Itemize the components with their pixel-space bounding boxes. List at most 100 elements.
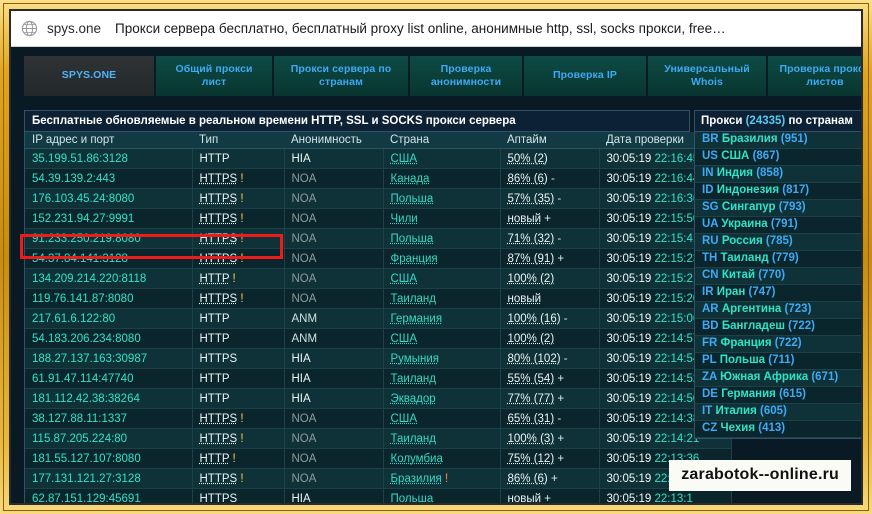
country-link[interactable]: США	[391, 273, 418, 285]
nav-tab-5[interactable]: Универсальный Whois	[648, 56, 768, 96]
country-list-item[interactable]: PL Польша (711)	[695, 353, 861, 370]
country-list-item[interactable]: IR Иран (747)	[695, 285, 861, 302]
proxy-type-link[interactable]: HTTPS	[200, 413, 238, 425]
country-list-item[interactable]: BD Бангладеш (722)	[695, 319, 861, 336]
nav-tab-3[interactable]: Проверка анонимности	[410, 56, 524, 96]
table-row[interactable]: 54.37.84.141:3128 HTTPS ! NOA Франция 87% (9…	[25, 248, 732, 269]
nav-tab-label: Универсальный Whois	[664, 62, 750, 88]
country-list-item[interactable]: UA Украина (791)	[695, 217, 861, 234]
country-list-item[interactable]: TH Таиланд (779)	[695, 251, 861, 268]
country-list-item[interactable]: ID Индонезия (817)	[695, 183, 861, 200]
column-header-ip: IP адрес и порт	[25, 132, 192, 149]
country-link[interactable]: Канада	[391, 173, 430, 185]
uptime-trend-sign: -	[557, 412, 562, 425]
table-row[interactable]: 91.233.250.219:8080 HTTPS ! NOA Польша 71% (…	[25, 228, 732, 249]
country-link[interactable]: США	[391, 333, 418, 345]
nav-tab-4[interactable]: Проверка IP	[524, 56, 648, 96]
country-list-item[interactable]: CZ Чехия (413)	[695, 421, 861, 438]
country-list-item[interactable]: SG Сингапур (793)	[695, 200, 861, 217]
proxy-ip-port: 217.61.6.122:80	[32, 312, 116, 325]
table-row[interactable]: 119.76.141.87:8080 HTTPS ! NOA Таиланд новый…	[25, 288, 732, 309]
proxy-type-link[interactable]: HTTP	[200, 333, 230, 345]
table-row[interactable]: 181.112.42.38:38264 HTTP HIA Эквадор 77% (77…	[25, 388, 732, 409]
check-time: 22:14:38	[654, 412, 700, 425]
proxy-type-link[interactable]: HTTPS	[200, 353, 238, 365]
table-row[interactable]: 61.91.47.114:47740 HTTP HIA Таиланд 55% (54)…	[25, 368, 732, 389]
country-link[interactable]: Таиланд	[391, 293, 437, 305]
nav-tab-0[interactable]: SPYS.ONE	[24, 56, 156, 96]
table-row[interactable]: 62.87.151.129:45691 HTTPS HIA Польша новый +…	[25, 488, 732, 504]
country-list-item[interactable]: AR Аргентина (723)	[695, 302, 861, 319]
country-link[interactable]: Колумбиа	[391, 453, 443, 465]
country-code: BR	[702, 133, 719, 145]
uptime-value: 75% (12)	[507, 452, 555, 465]
country-link[interactable]: Польша	[391, 233, 434, 245]
cell-type: HTTP	[192, 368, 285, 389]
nav-tab-2[interactable]: Прокси сервера по странам	[274, 56, 410, 96]
site-name: spys.one	[47, 21, 102, 36]
country-code: BD	[702, 320, 719, 332]
country-link[interactable]: США	[391, 413, 418, 425]
table-row[interactable]: 217.61.6.122:80 HTTP ANM Германия 100% (16) …	[25, 308, 732, 329]
country-link[interactable]: Бразилия	[391, 473, 442, 485]
nav-tab-1[interactable]: Общий прокси лист	[156, 56, 274, 96]
check-date: 30:05:19	[606, 372, 652, 385]
table-row[interactable]: 152.231.94.27:9991 HTTPS ! NOA Чили новый +3…	[25, 208, 732, 229]
table-row[interactable]: 35.199.51.86:3128 HTTP HIA США 50% (2) 30:05:…	[25, 148, 732, 169]
country-sidebar-total-count: (24335)	[745, 115, 786, 127]
country-link[interactable]: США	[391, 153, 418, 165]
country-code: CN	[702, 269, 719, 281]
cell-uptime: 71% (32) -	[500, 228, 600, 249]
country-link[interactable]: Франция	[391, 253, 438, 265]
country-link[interactable]: Таиланд	[391, 433, 437, 445]
proxy-type-link[interactable]: HTTP	[200, 453, 230, 465]
country-link[interactable]: Чили	[391, 213, 418, 225]
country-link[interactable]: Румыния	[391, 353, 439, 365]
table-row[interactable]: 115.87.205.224:80 HTTPS ! NOA Таиланд 100% (…	[25, 428, 732, 449]
table-row[interactable]: 181.55.127.107:8080 HTTP ! NOA Колумбиа 75% …	[25, 448, 732, 469]
country-sidebar-title: Прокси (24335) по странам	[695, 111, 861, 132]
table-row[interactable]: 38.127.88.11:1337 HTTPS ! NOA США 65% (31) -…	[25, 408, 732, 429]
proxy-type-link[interactable]: HTTP	[200, 313, 230, 325]
uptime-value: новый	[507, 292, 542, 305]
country-list-item[interactable]: US США (867)	[695, 149, 861, 166]
country-list-item[interactable]: IN Индия (858)	[695, 166, 861, 183]
proxy-type-link[interactable]: HTTPS	[200, 193, 238, 205]
proxy-type-link[interactable]: HTTPS	[200, 433, 238, 445]
country-list-item[interactable]: ZA Южная Африка (671)	[695, 370, 861, 387]
proxy-type-link[interactable]: HTTPS	[200, 213, 238, 225]
country-link[interactable]: Польша	[391, 493, 434, 504]
proxy-type-link[interactable]: HTTPS	[200, 473, 238, 485]
country-list-item[interactable]: RU Россия (785)	[695, 234, 861, 251]
country-link[interactable]: Эквадор	[391, 393, 436, 405]
table-row[interactable]: 188.27.137.163:30987 HTTPS HIA Румыния 80% (…	[25, 348, 732, 369]
table-row[interactable]: 177.131.121.27:3128 HTTPS ! NOA Бразилия ! 8…	[25, 468, 732, 489]
nav-tab-label: Проверка анонимности	[430, 62, 502, 88]
country-list-item[interactable]: DE Германия (615)	[695, 387, 861, 404]
proxy-type-link[interactable]: HTTP	[200, 373, 230, 385]
country-link[interactable]: Таиланд	[391, 373, 437, 385]
table-row[interactable]: 134.209.214.220:8118 HTTP ! NOA США 100% (2)…	[25, 268, 732, 289]
country-link[interactable]: Германия	[391, 313, 443, 325]
country-list-item[interactable]: FR Франция (722)	[695, 336, 861, 353]
country-list-item[interactable]: IT Италия (605)	[695, 404, 861, 421]
proxy-type-link[interactable]: HTTPS	[200, 233, 238, 245]
proxy-type-link[interactable]: HTTP	[200, 273, 230, 285]
check-time: 22:16:36	[654, 192, 700, 205]
proxy-type-link[interactable]: HTTPS	[200, 493, 238, 504]
cell-country: Таиланд	[383, 368, 501, 389]
country-list-item[interactable]: BR Бразилия (951)	[695, 132, 861, 149]
country-link[interactable]: Польша	[391, 193, 434, 205]
nav-tab-6[interactable]: Проверка прокси листов	[768, 56, 861, 96]
proxy-type-link[interactable]: HTTP	[200, 153, 230, 165]
country-list-item[interactable]: CN Китай (770)	[695, 268, 861, 285]
table-row[interactable]: 176.103.45.24:8080 HTTPS ! NOA Польша 57% (3…	[25, 188, 732, 209]
country-proxy-count: (770)	[758, 269, 786, 281]
table-row[interactable]: 54.183.206.234:8080 HTTP ANM США 100% (2) 30:…	[25, 328, 732, 349]
proxy-type-link[interactable]: HTTPS	[200, 253, 238, 265]
proxy-type-link[interactable]: HTTP	[200, 393, 230, 405]
proxy-type-link[interactable]: HTTPS	[200, 173, 238, 185]
cell-uptime: 55% (54) +	[500, 368, 600, 389]
proxy-type-link[interactable]: HTTPS	[200, 293, 238, 305]
table-row[interactable]: 54.39.139.2:443 HTTPS ! NOA Канада 86% (6) -…	[25, 168, 732, 189]
